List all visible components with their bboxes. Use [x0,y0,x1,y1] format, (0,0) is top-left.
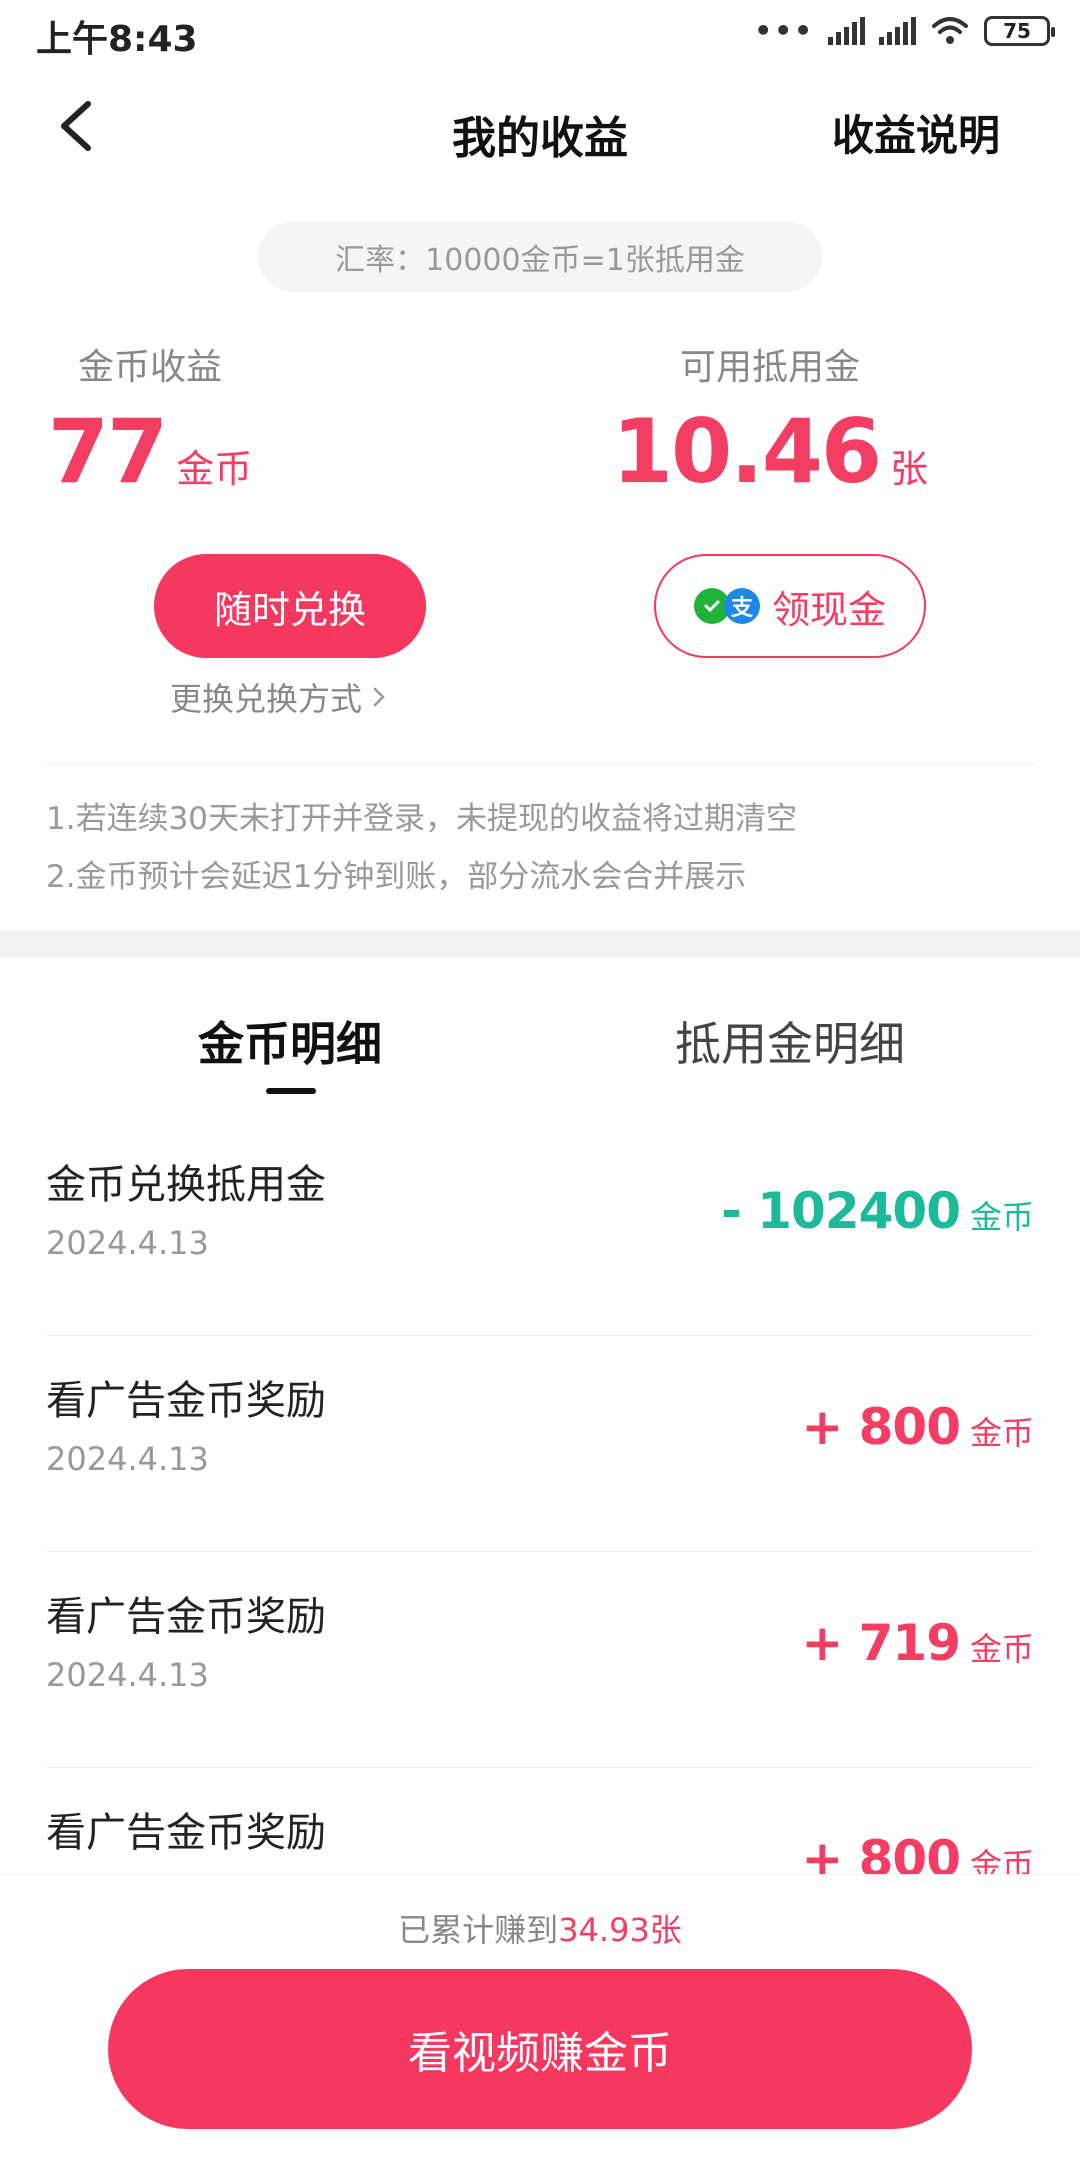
record-amount-unit: 金币 [969,1198,1034,1236]
voucher-unit: 张 [890,447,929,491]
payment-icons: 支 [693,588,760,624]
list-item[interactable]: 看广告金币奖励 2024.4.13 + 719 金币 [46,1552,1034,1768]
signal-hd-icon [879,16,916,45]
status-bar: 上午8:43 ••• 75 [0,0,1080,66]
change-method-link[interactable]: 更换兑换方式 [170,674,386,720]
notes: 1.若连续30天未打开并登录，未提现的收益将过期清空 2.金币预计会延迟1分钟到… [46,790,797,906]
voucher-value-row: 10.46 张 [500,408,1040,496]
voucher-stat: 可用抵用金 10.46 张 [500,338,1040,496]
voucher-value: 10.46 [611,400,882,503]
total-earned-prefix: 已累计赚到 [398,1911,559,1949]
record-title: 看广告金币奖励 [46,1378,326,1424]
record-date: 2024.4.13 [46,1440,209,1478]
record-amount-value: + 719 [801,1614,961,1672]
note-item: 2.金币预计会延迟1分钟到账，部分流水会合并展示 [46,859,747,895]
signal-icon [828,16,865,45]
exchange-rate-pill: 汇率：10000金币=1张抵用金 [258,222,822,292]
voucher-label: 可用抵用金 [679,347,860,388]
total-earned: 已累计赚到34.93张 [0,1905,1080,1951]
coin-earnings-unit: 金币 [176,447,253,491]
battery-icon: 75 [984,15,1055,46]
record-amount: + 800 金币 [801,1398,1034,1456]
alipay-icon: 支 [723,588,760,624]
record-date: 2024.4.13 [46,1656,209,1694]
header: 我的收益 收益说明 [0,66,1080,191]
section-divider [0,930,1080,958]
wifi-icon [932,16,968,44]
change-method-label: 更换兑换方式 [170,680,363,718]
tab-voucher-details[interactable]: 抵用金明细 [590,1008,990,1074]
exchange-button[interactable]: 随时兑换 [154,554,426,658]
get-cash-label: 领现金 [771,587,886,632]
chevron-right-icon [373,687,385,707]
earnings-explanation-link[interactable]: 收益说明 [832,102,1000,163]
more-dots-icon: ••• [754,14,814,47]
record-date: 2024.4.13 [46,1224,209,1262]
divider [46,764,1034,765]
total-earned-value: 34.93张 [558,1911,682,1949]
list-item[interactable]: 金币兑换抵用金 2024.4.13 - 102400 金币 [46,1120,1034,1336]
coin-earnings-value-row: 77 金币 [0,408,420,496]
records-list: 金币兑换抵用金 2024.4.13 - 102400 金币 看广告金币奖励 20… [46,1120,1034,1984]
bottom-panel: 已累计赚到34.93张 看视频赚金币 [0,1874,1080,2160]
record-amount-value: - 102400 [721,1182,961,1240]
active-tab-indicator [266,1088,316,1094]
list-item[interactable]: 看广告金币奖励 2024.4.13 + 800 金币 [46,1336,1034,1552]
coin-earnings-stat: 金币收益 77 金币 [0,338,420,496]
battery-level: 75 [1003,18,1031,43]
note-item: 1.若连续30天未打开并登录，未提现的收益将过期清空 [46,801,798,837]
get-cash-button[interactable]: 支 领现金 [654,554,926,658]
status-time: 上午8:43 [36,19,198,60]
coin-earnings-label: 金币收益 [77,347,222,388]
record-amount-unit: 金币 [969,1630,1034,1668]
record-amount-unit: 金币 [969,1414,1034,1452]
record-title: 看广告金币奖励 [46,1810,326,1856]
record-title: 金币兑换抵用金 [46,1162,326,1208]
record-title: 看广告金币奖励 [46,1594,326,1640]
record-amount: + 719 金币 [801,1614,1034,1672]
watch-video-button[interactable]: 看视频赚金币 [108,1969,972,2129]
status-icons: ••• 75 [754,14,1055,47]
record-amount: - 102400 金币 [721,1182,1034,1240]
coin-earnings-value: 77 [47,400,168,503]
record-amount-value: + 800 [801,1398,961,1456]
tab-coin-details[interactable]: 金币明细 [90,1008,490,1074]
